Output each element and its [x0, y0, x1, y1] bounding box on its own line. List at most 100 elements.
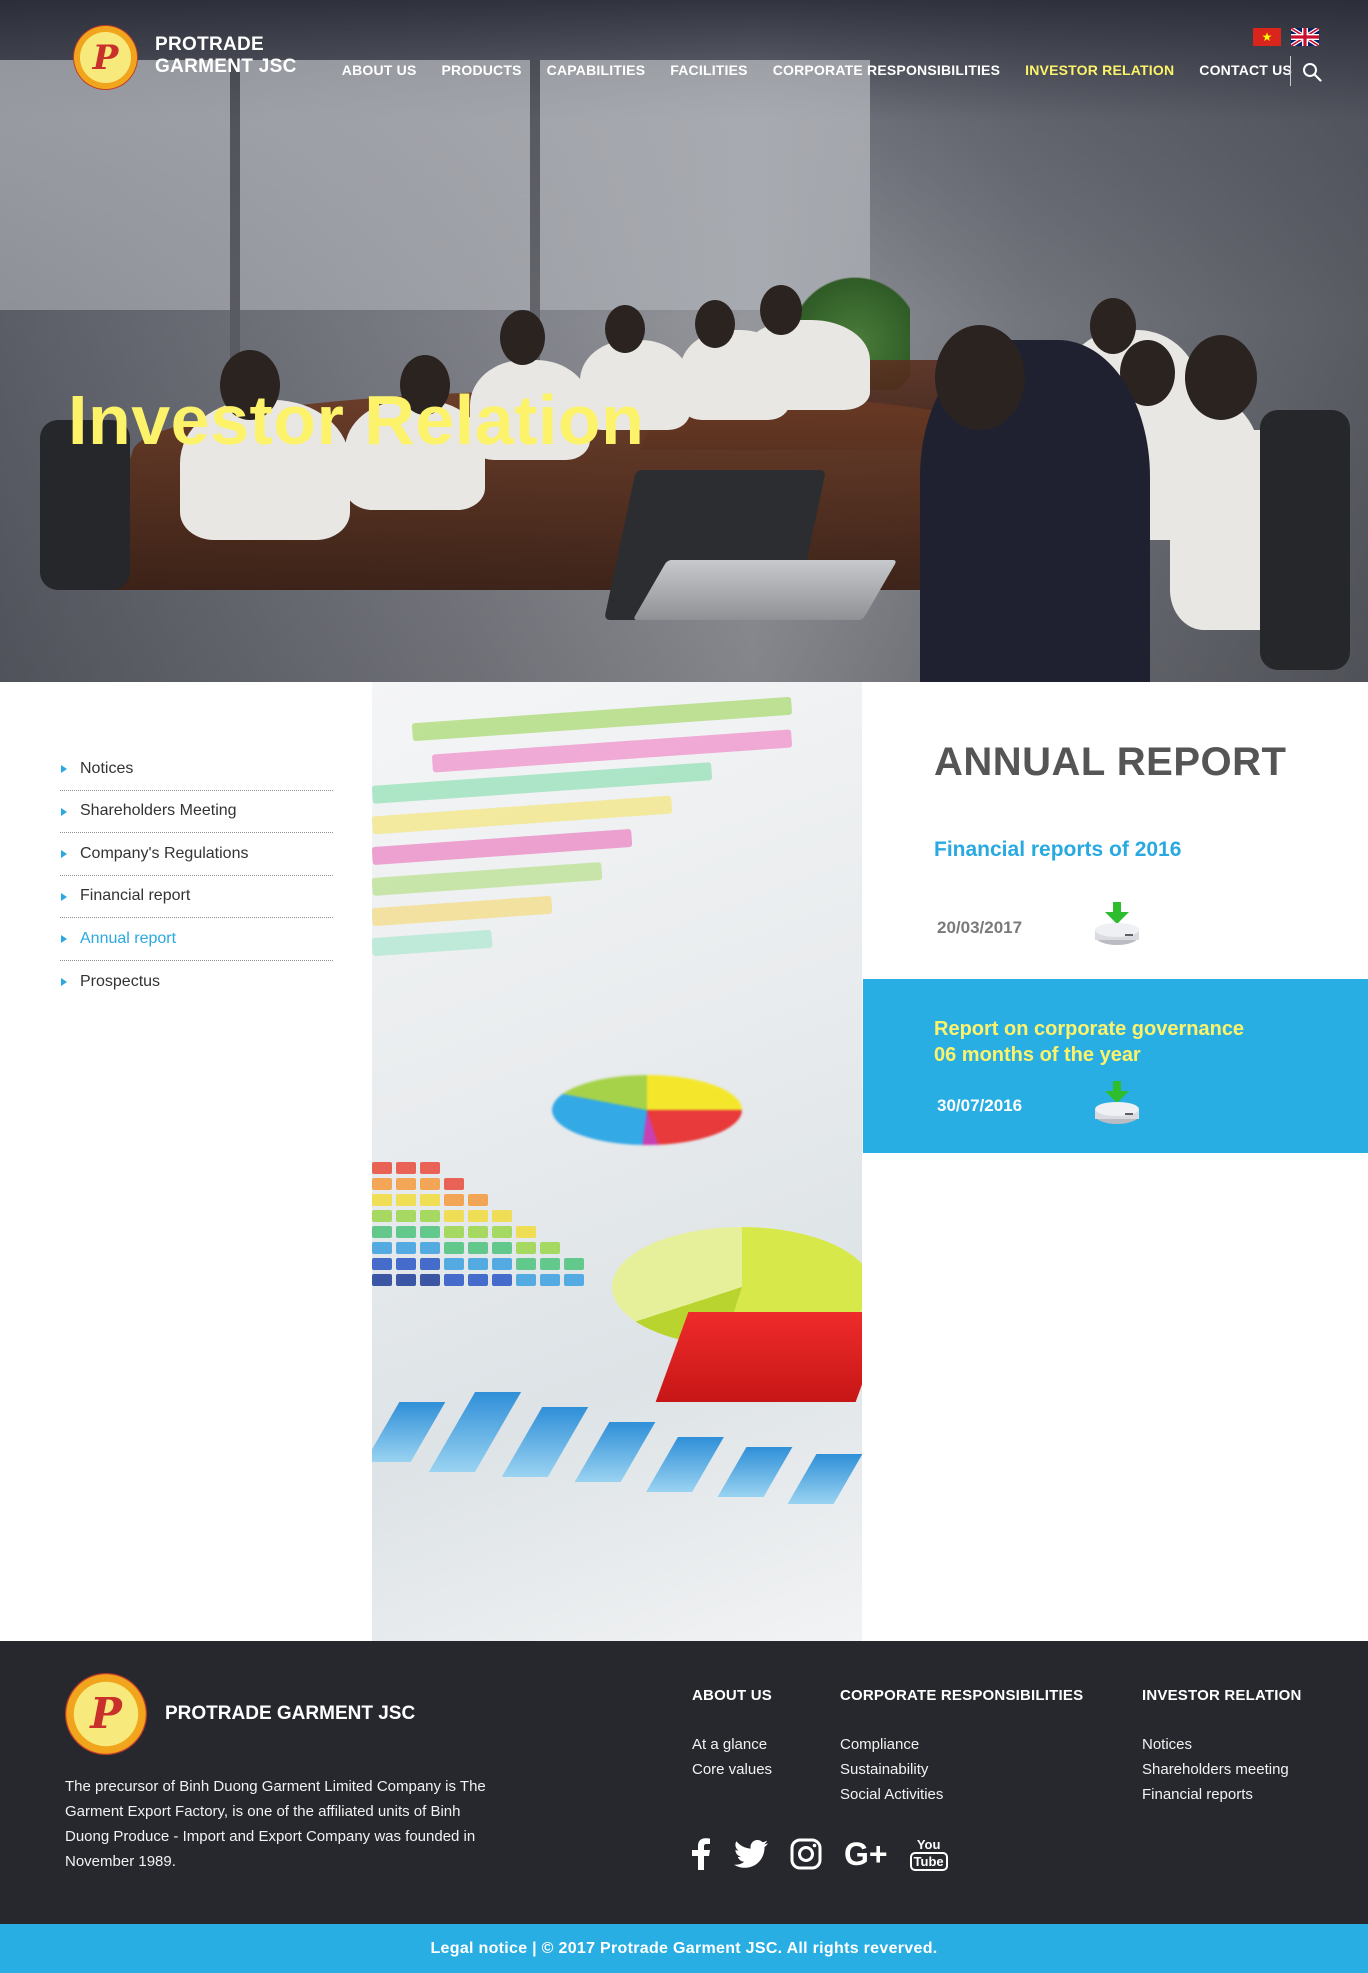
sidebar-item-shareholders-meeting[interactable]: Shareholders Meeting	[60, 791, 333, 833]
bar-graphic	[574, 1422, 656, 1482]
facebook-icon[interactable]	[690, 1838, 712, 1870]
heatmap-cell	[372, 1194, 392, 1206]
footer-link[interactable]: Social Activities	[840, 1782, 1083, 1807]
bullet-arrow-icon	[61, 765, 67, 773]
page-title: Investor Relation	[68, 381, 645, 459]
person-head	[935, 325, 1025, 430]
bullet-arrow-icon	[61, 850, 67, 858]
nav-capabilities[interactable]: CAPABILITIES	[547, 62, 646, 78]
download-icon[interactable]	[1093, 902, 1141, 948]
person-head	[1185, 335, 1257, 420]
heatmap-cell	[444, 1194, 464, 1206]
instagram-icon[interactable]	[790, 1838, 822, 1870]
heatmap-cell	[540, 1242, 560, 1254]
heatmap-cell	[540, 1258, 560, 1270]
heatmap-cell	[372, 1226, 392, 1238]
download-icon[interactable]	[1093, 1081, 1141, 1127]
heatmap-cell	[372, 1210, 392, 1222]
sidebar-item-financial-report[interactable]: Financial report	[60, 876, 333, 918]
report-title-line: 06 months of the year	[934, 1044, 1141, 1066]
footer-link[interactable]: Notices	[1142, 1732, 1302, 1757]
heatmap-cell	[396, 1258, 416, 1270]
brand-line-1: PROTRADE	[155, 34, 265, 55]
highlighted-report-card[interactable]: Report on corporate governance 06 months…	[863, 979, 1368, 1153]
footer-link[interactable]: Financial reports	[1142, 1782, 1302, 1807]
bar-graphic	[372, 1402, 446, 1462]
heatmap-cell	[444, 1178, 464, 1190]
heatmap-cell	[420, 1210, 440, 1222]
heatmap-cell	[516, 1274, 536, 1286]
bullet-arrow-icon	[61, 977, 67, 986]
youtube-icon[interactable]: You Tube	[909, 1837, 948, 1871]
nav-corporate-responsibilities[interactable]: CORPORATE RESPONSIBILITIES	[773, 62, 1000, 78]
footer-logo[interactable]: P	[65, 1673, 147, 1755]
nav-products[interactable]: PRODUCTS	[442, 62, 522, 78]
heatmap-cell	[420, 1274, 440, 1286]
bullet-arrow-icon	[61, 935, 67, 943]
sidebar-item-label: Financial report	[80, 887, 191, 905]
heatmap-cell	[396, 1162, 416, 1174]
report-title-link[interactable]: Report on corporate governance 06 months…	[934, 1016, 1334, 1068]
heatmap-cell	[396, 1178, 416, 1190]
sidebar-item-label: Annual report	[80, 929, 177, 947]
sidebar-item-company-regulations[interactable]: Company's Regulations	[60, 833, 333, 876]
footer-link[interactable]: Compliance	[840, 1732, 1083, 1757]
footer-brand: PROTRADE GARMENT JSC	[165, 1703, 416, 1724]
heatmap-cell	[396, 1242, 416, 1254]
nav-about-us[interactable]: ABOUT US	[342, 62, 417, 78]
heatmap-cell	[540, 1274, 560, 1286]
logo-mark: P	[92, 37, 119, 78]
heatmap-cell	[492, 1242, 512, 1254]
heatmap-cell	[468, 1210, 488, 1222]
pie-slice-graphic	[655, 1312, 862, 1402]
company-logo[interactable]: P	[73, 25, 138, 90]
google-plus-icon[interactable]: G+	[844, 1838, 888, 1870]
analytics-illustration	[372, 682, 862, 1641]
hero-banner: P PROTRADE GARMENT JSC ★ ABOUT US PRODUC…	[0, 0, 1368, 682]
nav-facilities[interactable]: FACILITIES	[670, 62, 747, 78]
heatmap-cell	[492, 1258, 512, 1270]
heatmap-cell	[516, 1258, 536, 1270]
brand-line-2: GARMENT JSC	[155, 56, 297, 77]
footer-column-heading: ABOUT US	[692, 1687, 772, 1704]
report-title-line: Report on corporate governance	[934, 1018, 1245, 1040]
heatmap-cell	[468, 1274, 488, 1286]
sidebar-menu: Notices Shareholders Meeting Company's R…	[60, 748, 333, 1003]
report-date: 20/03/2017	[937, 918, 1023, 937]
footer-link[interactable]: Core values	[692, 1757, 772, 1782]
bullet-arrow-icon	[61, 892, 67, 901]
heatmap-cell	[396, 1194, 416, 1206]
heatmap-cell	[372, 1258, 392, 1270]
twitter-icon[interactable]	[734, 1840, 768, 1868]
sidebar-item-notices[interactable]: Notices	[60, 748, 333, 791]
sidebar-item-prospectus[interactable]: Prospectus	[60, 961, 333, 1004]
vn-flag-icon[interactable]: ★	[1253, 28, 1281, 46]
sidebar-item-annual-report[interactable]: Annual report	[60, 918, 333, 961]
brand-name[interactable]: PROTRADE GARMENT JSC	[155, 34, 297, 78]
nav-contact-us[interactable]: CONTACT US	[1199, 62, 1292, 78]
bar-graphic	[787, 1454, 862, 1504]
search-icon[interactable]	[1302, 62, 1322, 82]
bar-graphic	[501, 1407, 589, 1477]
main-nav: ABOUT US PRODUCTS CAPABILITIES FACILITIE…	[342, 62, 1292, 78]
heatmap-cell	[468, 1242, 488, 1254]
heatmap-cell	[516, 1242, 536, 1254]
uk-flag-icon[interactable]	[1291, 28, 1319, 46]
pie-chart-graphic	[552, 1075, 742, 1145]
footer-column-investor: INVESTOR RELATION Notices Shareholders m…	[1142, 1687, 1302, 1807]
nav-divider	[1290, 56, 1291, 86]
person	[740, 320, 870, 410]
person-head	[500, 310, 545, 365]
report-title-link[interactable]: Financial reports of 2016	[934, 838, 1181, 862]
footer-link[interactable]: At a glance	[692, 1732, 772, 1757]
footer-link[interactable]: Sustainability	[840, 1757, 1083, 1782]
sidebar-item-label: Prospectus	[80, 972, 161, 990]
bullet-arrow-icon	[61, 807, 67, 816]
footer-link[interactable]: Shareholders meeting	[1142, 1757, 1302, 1782]
heatmap-cell	[372, 1178, 392, 1190]
person-head	[1090, 298, 1136, 354]
stripe	[372, 861, 603, 897]
heatmap-cell	[396, 1210, 416, 1222]
heatmap-cell	[420, 1162, 440, 1174]
nav-investor-relation[interactable]: INVESTOR RELATION	[1025, 62, 1174, 78]
